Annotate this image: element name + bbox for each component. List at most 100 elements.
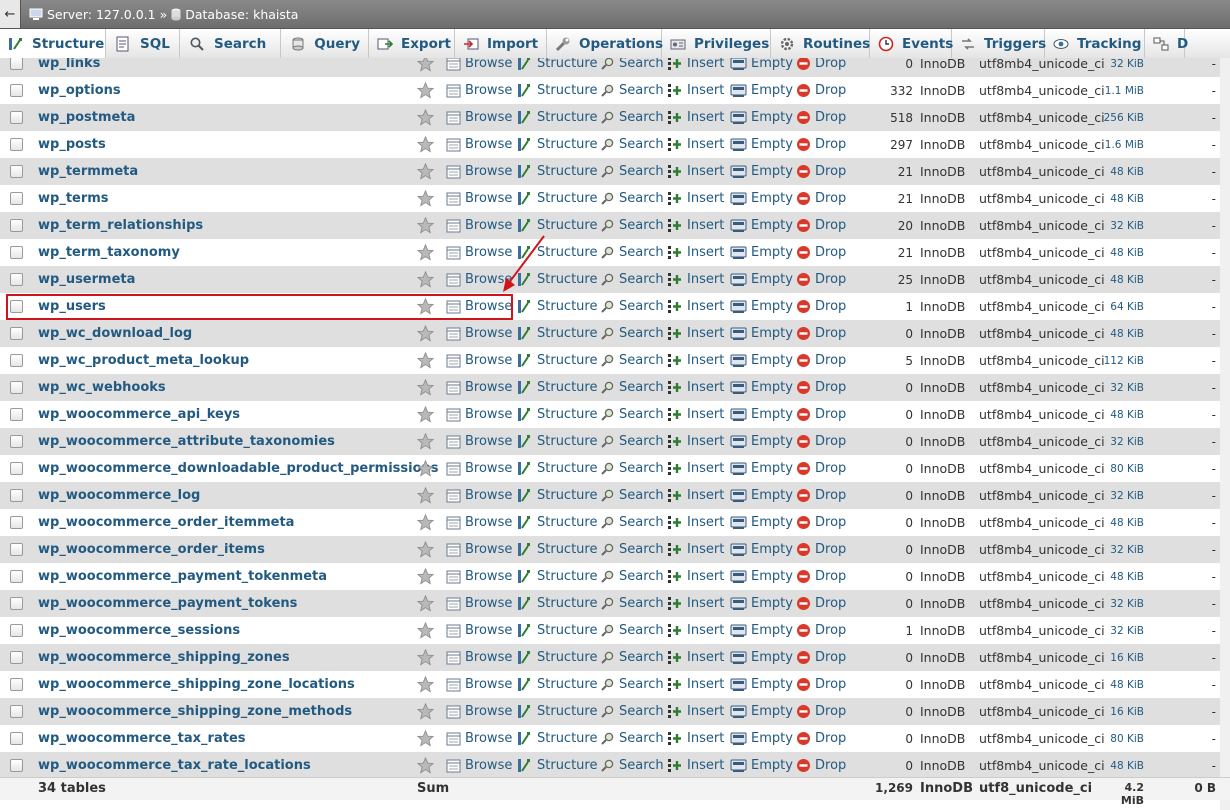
tab-events[interactable]: Events (870, 29, 953, 58)
table-size[interactable]: 48 KiB (1100, 274, 1144, 286)
table-size[interactable]: 32 KiB (1100, 58, 1144, 70)
drop-action[interactable]: Drop (796, 83, 846, 98)
insert-action[interactable]: Insert (667, 110, 724, 125)
row-checkbox[interactable] (10, 489, 23, 502)
table-name-link[interactable]: wp_wc_product_meta_lookup (38, 353, 249, 368)
table-name-link[interactable]: wp_wc_download_log (38, 326, 192, 341)
tab-query[interactable]: Query (281, 29, 369, 58)
structure-action[interactable]: Structure (517, 434, 597, 449)
table-size[interactable]: 48 KiB (1100, 328, 1144, 340)
empty-action[interactable]: Empty (730, 272, 793, 287)
structure-action[interactable]: Structure (517, 110, 597, 125)
insert-action[interactable]: Insert (667, 58, 724, 71)
row-checkbox[interactable] (10, 597, 23, 610)
search-action[interactable]: Search (600, 542, 664, 557)
drop-action[interactable]: Drop (796, 434, 846, 449)
empty-action[interactable]: Empty (730, 110, 793, 125)
search-action[interactable]: Search (600, 731, 664, 746)
favorite-star-icon[interactable] (416, 513, 435, 535)
search-action[interactable]: Search (600, 353, 664, 368)
row-checkbox[interactable] (10, 462, 23, 475)
favorite-star-icon[interactable] (416, 270, 435, 292)
structure-action[interactable]: Structure (517, 299, 597, 314)
empty-action[interactable]: Empty (730, 542, 793, 557)
search-action[interactable]: Search (600, 461, 664, 476)
insert-action[interactable]: Insert (667, 137, 724, 152)
table-name-link[interactable]: wp_postmeta (38, 110, 135, 125)
structure-action[interactable]: Structure (517, 515, 597, 530)
drop-action[interactable]: Drop (796, 326, 846, 341)
drop-action[interactable]: Drop (796, 596, 846, 611)
insert-action[interactable]: Insert (667, 218, 724, 233)
empty-action[interactable]: Empty (730, 461, 793, 476)
favorite-star-icon[interactable] (416, 243, 435, 265)
search-action[interactable]: Search (600, 245, 664, 260)
drop-action[interactable]: Drop (796, 677, 846, 692)
browse-action[interactable]: Browse (446, 596, 512, 611)
search-action[interactable]: Search (600, 569, 664, 584)
drop-action[interactable]: Drop (796, 542, 846, 557)
favorite-star-icon[interactable] (416, 432, 435, 454)
browse-action[interactable]: Browse (446, 731, 512, 746)
table-name-link[interactable]: wp_users (38, 299, 106, 314)
table-name-link[interactable]: wp_woocommerce_tax_rate_locations (38, 758, 311, 773)
table-size[interactable]: 32 KiB (1100, 544, 1144, 556)
table-name-link[interactable]: wp_options (38, 83, 121, 98)
search-action[interactable]: Search (600, 326, 664, 341)
browse-action[interactable]: Browse (446, 272, 512, 287)
favorite-star-icon[interactable] (416, 459, 435, 481)
table-size[interactable]: 1.6 MiB (1100, 139, 1144, 151)
structure-action[interactable]: Structure (517, 731, 597, 746)
browse-action[interactable]: Browse (446, 218, 512, 233)
structure-action[interactable]: Structure (517, 569, 597, 584)
search-action[interactable]: Search (600, 164, 664, 179)
row-checkbox[interactable] (10, 58, 23, 70)
empty-action[interactable]: Empty (730, 596, 793, 611)
insert-action[interactable]: Insert (667, 83, 724, 98)
drop-action[interactable]: Drop (796, 218, 846, 233)
table-size[interactable]: 48 KiB (1100, 409, 1144, 421)
browse-action[interactable]: Browse (446, 623, 512, 638)
empty-action[interactable]: Empty (730, 704, 793, 719)
empty-action[interactable]: Empty (730, 326, 793, 341)
browse-action[interactable]: Browse (446, 677, 512, 692)
row-checkbox[interactable] (10, 138, 23, 151)
favorite-star-icon[interactable] (416, 351, 435, 373)
browse-action[interactable]: Browse (446, 137, 512, 152)
empty-action[interactable]: Empty (730, 488, 793, 503)
drop-action[interactable]: Drop (796, 461, 846, 476)
drop-action[interactable]: Drop (796, 731, 846, 746)
browse-action[interactable]: Browse (446, 542, 512, 557)
table-size[interactable]: 32 KiB (1100, 598, 1144, 610)
browse-action[interactable]: Browse (446, 326, 512, 341)
insert-action[interactable]: Insert (667, 569, 724, 584)
favorite-star-icon[interactable] (416, 108, 435, 130)
tab-structure[interactable]: Structure (0, 29, 106, 58)
structure-action[interactable]: Structure (517, 704, 597, 719)
drop-action[interactable]: Drop (796, 58, 846, 71)
table-size[interactable]: 80 KiB (1100, 733, 1144, 745)
table-size[interactable]: 80 KiB (1100, 463, 1144, 475)
search-action[interactable]: Search (600, 272, 664, 287)
table-size[interactable]: 32 KiB (1100, 220, 1144, 232)
drop-action[interactable]: Drop (796, 623, 846, 638)
row-checkbox[interactable] (10, 219, 23, 232)
row-checkbox[interactable] (10, 651, 23, 664)
row-checkbox[interactable] (10, 705, 23, 718)
browse-action[interactable]: Browse (446, 758, 512, 773)
structure-action[interactable]: Structure (517, 461, 597, 476)
row-checkbox[interactable] (10, 273, 23, 286)
structure-action[interactable]: Structure (517, 677, 597, 692)
table-name-link[interactable]: wp_woocommerce_sessions (38, 623, 240, 638)
drop-action[interactable]: Drop (796, 164, 846, 179)
table-name-link[interactable]: wp_woocommerce_tax_rates (38, 731, 246, 746)
row-checkbox[interactable] (10, 759, 23, 772)
drop-action[interactable]: Drop (796, 650, 846, 665)
table-name-link[interactable]: wp_woocommerce_payment_tokens (38, 596, 297, 611)
structure-action[interactable]: Structure (517, 272, 597, 287)
tab-triggers[interactable]: Triggers (952, 29, 1046, 58)
browse-action[interactable]: Browse (446, 299, 512, 314)
favorite-star-icon[interactable] (416, 729, 435, 751)
browse-action[interactable]: Browse (446, 515, 512, 530)
row-checkbox[interactable] (10, 435, 23, 448)
